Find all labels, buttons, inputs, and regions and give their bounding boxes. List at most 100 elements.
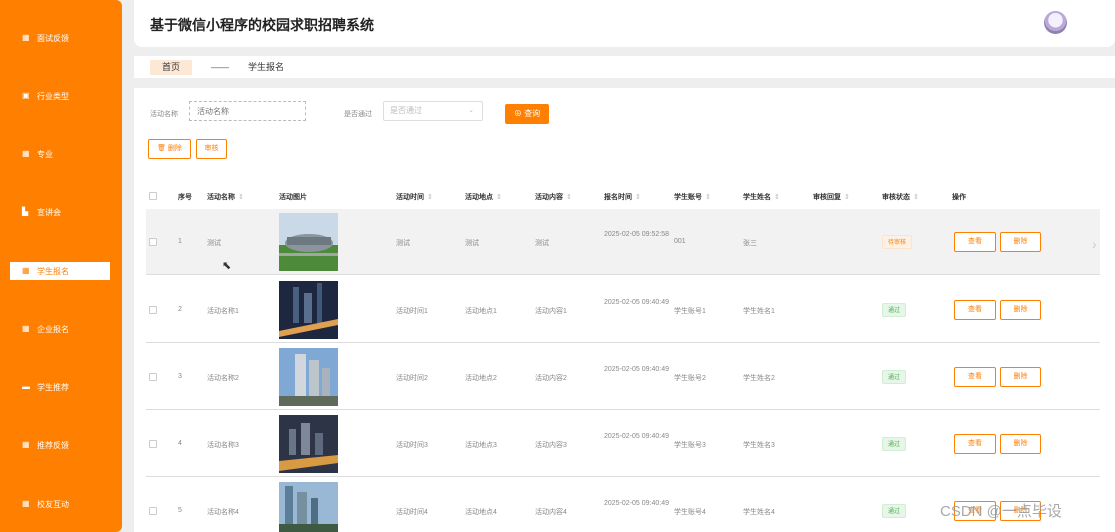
breadcrumb-current: 学生报名 [248, 62, 285, 72]
row-content: 活动内容3 [535, 442, 567, 449]
sort-icon: ⇕ [238, 194, 244, 201]
delete-button[interactable]: 删除 [1000, 367, 1041, 387]
sidebar-item-recommend-feedback[interactable]: ▦ 推荐反馈 [0, 436, 122, 454]
delete-button[interactable]: 删除 [1000, 232, 1041, 252]
row-place: 活动地点1 [465, 308, 497, 315]
col-time-label: 活动时间 [396, 194, 424, 201]
sort-icon: ⇕ [913, 194, 919, 201]
table-row[interactable]: 1 测试 测试 测试 测试 2025-02-05 09:52:58 001 张三… [146, 209, 1100, 275]
search-name-label: 活动名称 [150, 111, 178, 118]
row-account: 学生账号2 [674, 375, 706, 382]
col-content[interactable]: 活动内容 ⇕ [535, 192, 572, 202]
col-image: 活动图片 [279, 194, 307, 201]
sidebar-item-alumni[interactable]: ▦ 校友互动 [0, 495, 122, 513]
view-button[interactable]: 查看 [954, 300, 996, 320]
col-student-name[interactable]: 学生姓名 ⇕ [743, 192, 780, 202]
col-place[interactable]: 活动地点 ⇕ [465, 192, 502, 202]
view-button[interactable]: 查看 [954, 367, 996, 387]
table-header: 序号 活动名称 ⇕ 活动图片 活动时间 ⇕ 活动地点 ⇕ 活动内容 ⇕ 报名时间 ⇕ 学生… [146, 186, 1100, 206]
delete-button[interactable]: 删除 [1000, 434, 1041, 454]
sidebar-item-label: 学生报名 [37, 266, 69, 276]
sidebar-item-label: 学生推荐 [37, 382, 69, 392]
row-checkbox[interactable] [149, 306, 157, 314]
col-time[interactable]: 活动时间 ⇕ [396, 192, 433, 202]
row-place: 测试 [465, 240, 479, 247]
row-content: 活动内容1 [535, 308, 567, 315]
col-account[interactable]: 学生账号 ⇕ [674, 192, 711, 202]
col-index: 序号 [178, 194, 192, 201]
sort-icon: ⇕ [635, 194, 641, 201]
col-place-label: 活动地点 [465, 194, 493, 201]
view-button[interactable]: 查看 [954, 232, 996, 252]
pass-select[interactable]: 是否通过 ⌄ [383, 101, 483, 121]
grid-icon: ▦ [22, 324, 30, 333]
table-row[interactable]: 2 活动名称1 活动时间1 活动地点1 活动内容1 2025-02-05 09:… [146, 277, 1100, 343]
bulk-delete-button[interactable]: 🗑︎ 删除 [148, 139, 191, 159]
top-header: 基于微信小程序的校园求职招聘系统 [134, 0, 1115, 47]
breadcrumb-home[interactable]: 首页 [150, 60, 193, 75]
activity-image[interactable] [279, 281, 338, 339]
grid-icon: ▦ [22, 499, 30, 508]
col-signup-time[interactable]: 报名时间 ⇕ [604, 192, 641, 202]
row-name: 活动名称4 [207, 509, 239, 516]
col-status[interactable]: 审核状态 ⇕ [882, 192, 919, 202]
clipboard-icon: ▣ [22, 91, 30, 100]
sidebar-item-label: 面试反馈 [37, 33, 69, 43]
row-place: 活动地点3 [465, 442, 497, 449]
query-button[interactable]: ⊕ 查询 [505, 104, 549, 124]
avatar[interactable] [1044, 11, 1067, 34]
sidebar-item-label: 专业 [37, 149, 53, 159]
row-content: 活动内容2 [535, 375, 567, 382]
chevron-right-icon[interactable]: › [1092, 236, 1097, 252]
sidebar-item-company-signup[interactable]: ▦ 企业报名 [0, 320, 122, 338]
watermark: CSDN @一点毕设 [940, 503, 1062, 520]
grid-icon: ▦ [22, 266, 30, 275]
trash-icon: 🗑︎ [157, 145, 166, 152]
col-reply[interactable]: 审核回复 ⇕ [813, 192, 850, 202]
table-row[interactable]: 4 活动名称3 活动时间3 活动地点3 活动内容3 2025-02-05 09:… [146, 411, 1100, 477]
sort-icon: ⇕ [844, 194, 850, 201]
row-checkbox[interactable] [149, 507, 157, 515]
sidebar-item-interview-feedback[interactable]: ▦ 面试反馈 [0, 29, 122, 47]
select-all-checkbox[interactable] [149, 192, 157, 200]
row-name: 测试 [207, 240, 221, 247]
row-name: 活动名称2 [207, 375, 239, 382]
activity-image[interactable] [279, 482, 338, 532]
status-badge: 通过 [882, 504, 907, 518]
app-title: 基于微信小程序的校园求职招聘系统 [150, 17, 374, 33]
row-account: 学生账号3 [674, 442, 706, 449]
row-checkbox[interactable] [149, 373, 157, 381]
sidebar-item-label: 行业类型 [37, 91, 69, 101]
sidebar-item-major[interactable]: ▦ 专业 [0, 145, 122, 163]
sidebar-item-label: 企业报名 [37, 324, 69, 334]
row-checkbox[interactable] [149, 440, 157, 448]
col-content-label: 活动内容 [535, 194, 563, 201]
row-checkbox[interactable] [149, 238, 157, 246]
col-name[interactable]: 活动名称 ⇕ [207, 192, 244, 202]
review-button[interactable]: 审核 [196, 139, 227, 159]
grid-icon: ▦ [22, 440, 30, 449]
activity-image[interactable] [279, 415, 338, 473]
row-index: 4 [178, 440, 182, 447]
search-name-input[interactable] [189, 101, 306, 121]
row-signup-time: 2025-02-05 09:40:49 [604, 433, 669, 440]
view-button[interactable]: 查看 [954, 434, 996, 454]
sidebar-item-student-signup[interactable]: ▦ 学生报名 [10, 262, 110, 280]
delete-button[interactable]: 删除 [1000, 300, 1041, 320]
activity-image[interactable] [279, 213, 338, 271]
activity-image[interactable] [279, 348, 338, 406]
sidebar-item-label: 宣讲会 [37, 207, 61, 217]
sidebar-item-label: 校友互动 [37, 499, 69, 509]
sidebar-item-industry-type[interactable]: ▣ 行业类型 [0, 87, 122, 105]
table-row[interactable]: 3 活动名称2 活动时间2 活动地点2 活动内容2 2025-02-05 09:… [146, 344, 1100, 410]
row-signup-time: 2025-02-05 09:52:58 [604, 231, 669, 238]
mouse-cursor-icon: ⬉ [222, 260, 232, 272]
row-student-name: 学生姓名1 [743, 308, 775, 315]
row-account: 学生账号4 [674, 509, 706, 516]
sidebar-item-student-recommend[interactable]: ▬ 学生推荐 [0, 378, 122, 396]
sidebar-item-seminar[interactable]: ▙ 宣讲会 [0, 203, 122, 221]
breadcrumb-separator: —— [211, 62, 229, 72]
status-badge: 通过 [882, 303, 907, 317]
sort-icon: ⇕ [705, 194, 711, 201]
row-index: 2 [178, 306, 182, 313]
